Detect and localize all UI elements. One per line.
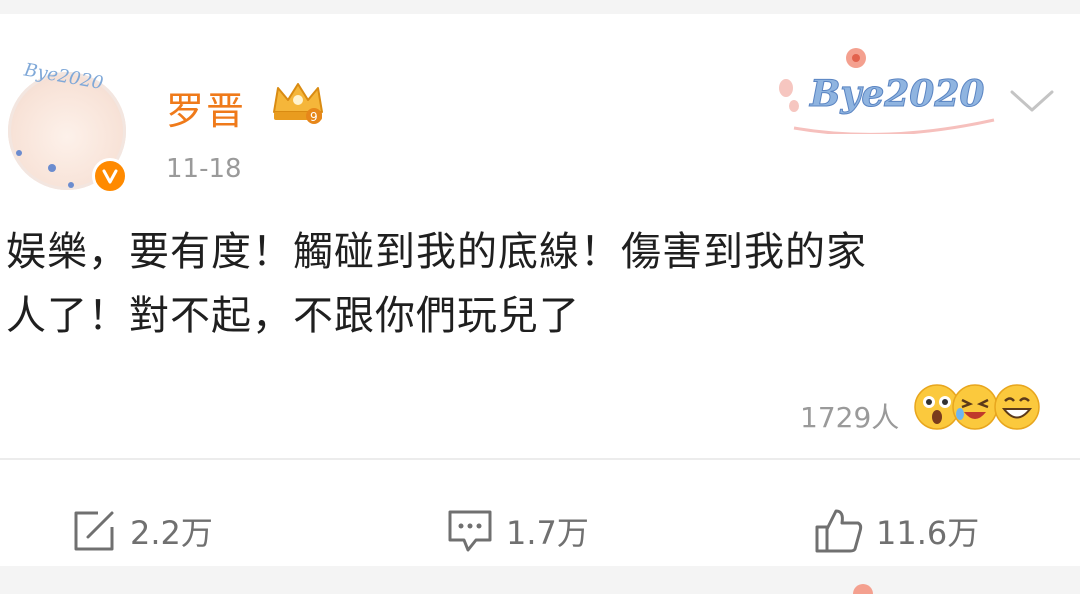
svg-text:Bye2020: Bye2020 bbox=[809, 73, 984, 115]
verified-v-icon bbox=[92, 158, 128, 194]
repost-button[interactable]: 2.2万 bbox=[72, 504, 213, 558]
post-text-line-1: 娱樂，要有度！觸碰到我的底線！傷害到我的家 bbox=[6, 229, 867, 275]
post-text-line-2: 人了！對不起，不跟你們玩兒了 bbox=[6, 293, 580, 339]
like-button[interactable]: 11.6万 bbox=[814, 504, 979, 558]
repost-icon bbox=[74, 511, 114, 551]
comment-icon bbox=[448, 510, 492, 552]
username[interactable]: 罗晋 bbox=[166, 80, 246, 135]
like-count: 11.6万 bbox=[876, 514, 980, 552]
svg-text:Bye2020: Bye2020 bbox=[22, 59, 105, 94]
next-post-decoration bbox=[853, 584, 873, 594]
avatar[interactable]: Bye2020 bbox=[8, 59, 130, 194]
divider bbox=[0, 458, 1080, 460]
next-card-gap bbox=[0, 566, 1080, 594]
chevron-down-icon[interactable] bbox=[1008, 86, 1056, 116]
comment-button[interactable]: 1.7万 bbox=[446, 504, 589, 558]
like-icon bbox=[815, 509, 863, 553]
vip-crown-icon[interactable]: 9 bbox=[268, 78, 328, 126]
svg-text:9: 9 bbox=[310, 110, 318, 124]
grin-emoji-icon bbox=[994, 384, 1040, 430]
reaction-count: 1729人 bbox=[800, 401, 900, 434]
comment-count: 1.7万 bbox=[506, 514, 589, 552]
laugh-cry-emoji-icon bbox=[952, 384, 998, 430]
post-date: 11-18 bbox=[166, 154, 242, 184]
post-text: 娱樂，要有度！觸碰到我的底線！傷害到我的家 人了！對不起，不跟你們玩兒了 bbox=[6, 220, 1066, 348]
bye2020-decoration: Bye2020 bbox=[779, 48, 995, 134]
bye2020-avatar-badge: Bye2020 bbox=[22, 59, 105, 94]
repost-count: 2.2万 bbox=[130, 514, 213, 552]
weibo-post-card: Bye2020 罗晋 9 11-18 Bye2020 娱樂，要有度！觸碰到我的底… bbox=[0, 14, 1080, 566]
